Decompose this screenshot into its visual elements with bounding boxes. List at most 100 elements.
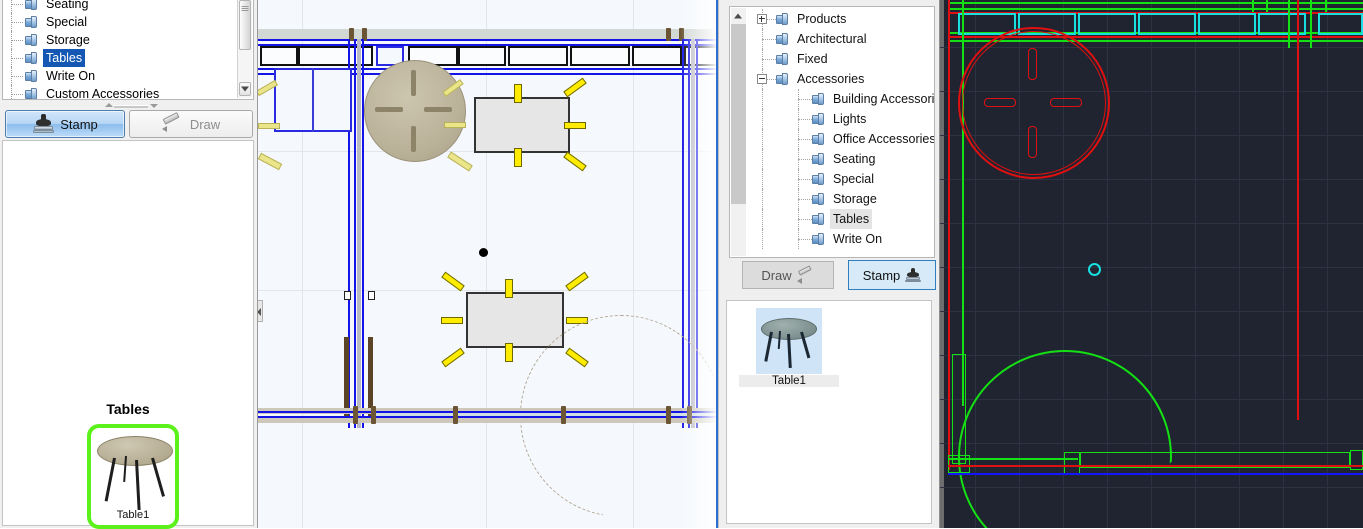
round-table-mark — [411, 70, 416, 96]
product-tree-item-label: Fixed — [797, 52, 828, 66]
splitter-collapse-up-icon[interactable] — [105, 103, 113, 107]
product-tree-item[interactable]: Products — [748, 9, 934, 29]
scroll-down-button[interactable] — [239, 82, 251, 96]
splitter-grip — [114, 105, 148, 108]
product-tree-item[interactable]: Office Accessories — [748, 129, 934, 149]
middle-draw-mode-button[interactable]: Draw — [742, 261, 834, 289]
rect-table-top[interactable] — [474, 97, 570, 153]
round-table-chair — [258, 152, 283, 171]
product-tree-item[interactable]: Storage — [748, 189, 934, 209]
tree-connector — [798, 99, 812, 100]
product-tree-item[interactable]: Building Accessories — [748, 89, 934, 109]
folder-icon — [776, 33, 789, 45]
tree-connector — [798, 219, 812, 220]
left-tree-item[interactable]: Write On — [3, 67, 237, 85]
cad-door-jamb — [1350, 450, 1363, 470]
chair-marker — [565, 271, 589, 292]
window-pane — [632, 46, 682, 66]
tree-expander-plus-icon[interactable] — [757, 14, 767, 24]
left-product-thumbnail-card[interactable]: Table1 — [87, 424, 179, 529]
left-product-label: Table1 — [116, 509, 150, 521]
cad-viewport-left-border — [940, 0, 944, 528]
product-tree-item[interactable]: Lights — [748, 109, 934, 129]
left-stamp-mode-button[interactable]: Stamp — [5, 110, 125, 138]
folder-icon — [25, 52, 38, 64]
left-panel: Seating Special Storage Tables Write On Custo… — [0, 0, 258, 529]
folder-icon — [812, 173, 825, 185]
cad-wall-line — [948, 465, 1363, 467]
folder-icon — [812, 113, 825, 125]
scroll-up-button[interactable] — [731, 8, 746, 24]
product-tree-item-label: Storage — [833, 192, 877, 206]
canvas-edge-fade — [680, 0, 716, 528]
product-tree-item[interactable]: Fixed — [748, 49, 934, 69]
scrollbar-thumb[interactable] — [731, 24, 746, 204]
chair-marker — [441, 317, 463, 324]
left-panel-splitter[interactable] — [2, 102, 254, 109]
round-table-chair — [447, 151, 473, 172]
cad-wall-vertical — [1297, 0, 1299, 420]
folder-icon — [812, 93, 825, 105]
product-tree-item-label: Office Accessories — [833, 132, 935, 146]
table-thumbnail-icon — [756, 308, 822, 374]
round-table-mark — [411, 126, 416, 152]
splitter-collapse-down-icon[interactable] — [150, 104, 158, 108]
cad-door-swing-arc — [958, 350, 1172, 528]
middle-draw-mode-button-wrap: Draw — [742, 261, 834, 289]
top-wall-line — [258, 39, 718, 41]
left-preview-pane: Tables Table1 — [2, 140, 254, 529]
round-table-mark — [424, 107, 452, 112]
door-handle-marker — [368, 291, 375, 300]
product-tree-item-label: Architectural — [797, 32, 867, 46]
product-tree-item[interactable]: Architectural — [748, 29, 934, 49]
bottom-wall-line-2 — [258, 416, 718, 418]
window-pane — [570, 46, 630, 66]
product-tree-item[interactable]: Tables — [748, 209, 934, 229]
stamp-icon — [32, 114, 55, 134]
left-tree-item[interactable]: Seating — [3, 0, 237, 13]
left-tree-item[interactable]: Special — [3, 13, 237, 31]
tree-expander-minus-icon[interactable] — [757, 74, 767, 84]
cad-cursor-marker — [1088, 263, 1101, 276]
cad-table-leg — [1050, 98, 1082, 107]
folder-icon — [25, 88, 38, 99]
cad-wall-vertical — [1288, 0, 1290, 48]
cad-table-leg — [1028, 48, 1037, 80]
canvas-collapse-handle[interactable] — [258, 300, 263, 322]
middle-stamp-mode-button[interactable]: Stamp — [848, 260, 936, 290]
product-tree-item-label: Write On — [833, 232, 883, 246]
tree-connector — [762, 169, 763, 189]
product-tree-item[interactable]: Accessories — [748, 69, 934, 89]
left-tree-item[interactable]: Custom Accessories — [3, 85, 237, 100]
cad-window-pane — [1318, 13, 1363, 35]
cad-viewport[interactable] — [940, 0, 1363, 528]
left-tree-item-label: Custom Accessories — [46, 87, 160, 100]
tree-connector — [798, 139, 812, 140]
middle-product-thumbnail[interactable] — [756, 308, 822, 374]
product-tree-item[interactable]: Seating — [748, 149, 934, 169]
chair-marker — [563, 77, 587, 98]
folder-icon — [812, 213, 825, 225]
door-handle-marker — [344, 291, 351, 300]
left-draw-mode-button[interactable]: Draw — [129, 110, 253, 138]
product-tree-item[interactable]: Write On — [748, 229, 934, 249]
floorplan-canvas[interactable] — [258, 0, 718, 528]
rect-table-mid[interactable] — [466, 292, 564, 348]
left-category-tree[interactable]: Seating Special Storage Tables Write On Custo… — [2, 0, 254, 100]
tree-connector — [798, 119, 812, 120]
cad-wall-vertical — [962, 0, 964, 406]
folder-icon — [776, 13, 789, 25]
tree-connector — [798, 199, 812, 200]
product-tree-item[interactable]: Special — [748, 169, 934, 189]
left-tree-item[interactable]: Tables — [3, 49, 237, 67]
vertical-wall-line — [354, 39, 356, 428]
left-tree-scrollbar[interactable] — [237, 0, 252, 98]
product-category-tree[interactable]: Products Architectural Fixed Accessories Bui… — [729, 6, 935, 258]
scrollbar-thumb[interactable] — [239, 0, 251, 50]
left-tree-item[interactable]: Storage — [3, 31, 237, 49]
mullion — [666, 406, 671, 424]
product-tree-scrollbar[interactable] — [731, 8, 746, 256]
folder-icon — [776, 73, 789, 85]
product-tree-item-label: Products — [797, 12, 847, 26]
product-tree-item-label: Building Accessories — [833, 92, 935, 106]
